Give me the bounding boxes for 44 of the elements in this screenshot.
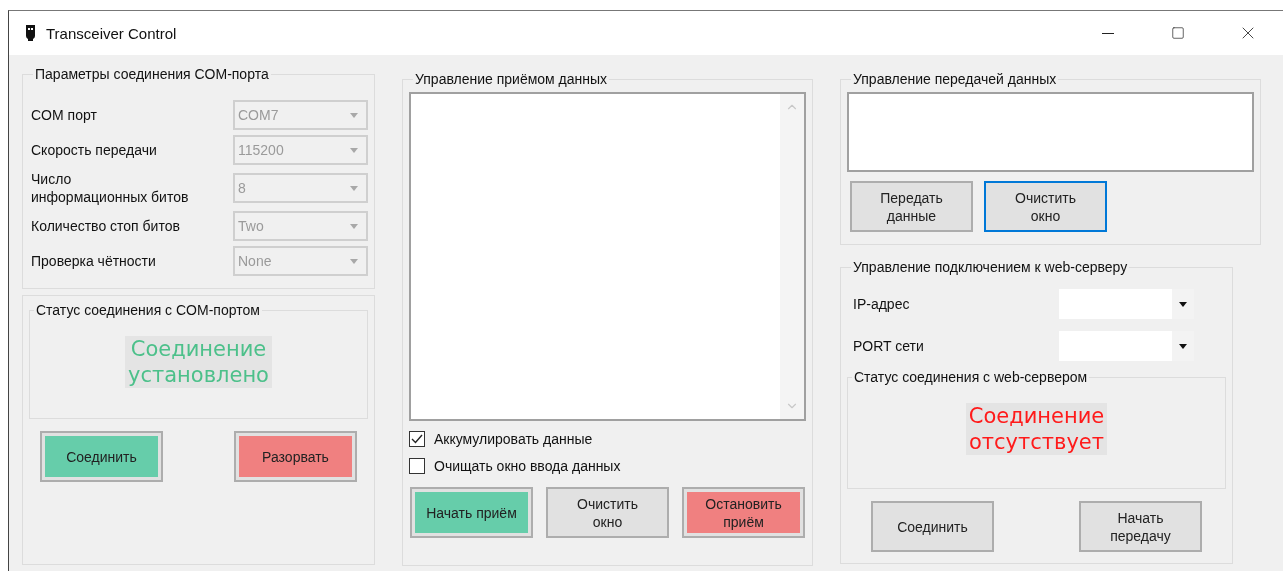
group-title: Параметры соединения COM-порта <box>34 66 270 82</box>
status-text: Соединение установлено <box>125 336 272 388</box>
caret-icon <box>350 223 358 229</box>
group-title: Статус соединения с web-сервером <box>853 369 1089 385</box>
window-title: Transceiver Control <box>46 24 178 42</box>
button[interactable]: Передать данные <box>850 181 973 232</box>
group-title: Управление подключением к web-серверу <box>852 259 1129 275</box>
group-title: Управление приёмом данных <box>414 71 609 87</box>
field-label: Число информационных битов <box>30 170 189 206</box>
field-label: Скорость передачи <box>30 141 157 159</box>
maximize-icon <box>1171 26 1185 40</box>
caret-icon <box>1179 343 1187 349</box>
checkbox-label: Аккумулировать данные <box>434 431 593 447</box>
field-label: Проверка чётности <box>30 252 156 270</box>
group-title: Статус соединения с COM-портом <box>35 302 261 318</box>
caret-icon <box>350 147 358 153</box>
checkbox-label: Очищать окно ввода данных <box>434 458 621 474</box>
button[interactable]: Начать передачу <box>1079 501 1202 552</box>
checkbox[interactable] <box>409 458 425 474</box>
caret-icon <box>350 258 358 264</box>
field-label: Количество стоп битов <box>30 217 180 235</box>
button[interactable]: Начать приём <box>410 487 533 538</box>
button[interactable]: Разорвать <box>234 431 357 482</box>
minimize-icon <box>1102 32 1114 34</box>
combo-box[interactable] <box>1059 289 1194 319</box>
text-area[interactable] <box>847 92 1254 172</box>
caret-icon <box>350 112 358 118</box>
button[interactable]: Остановить приём <box>682 487 805 538</box>
button[interactable]: Соединить <box>40 431 163 482</box>
button[interactable]: Очистить окно <box>984 181 1107 232</box>
checkbox[interactable] <box>409 431 425 447</box>
button[interactable]: Соединить <box>871 501 994 552</box>
group-title: Управление передачей данных <box>852 71 1058 87</box>
usb-plug-icon <box>25 24 36 42</box>
field-label: COM порт <box>30 106 97 124</box>
caret-icon <box>350 185 358 191</box>
button[interactable]: Очистить окно <box>546 487 669 538</box>
caret-icon <box>1179 301 1187 307</box>
status-text: Соединение отсутствует <box>965 403 1108 455</box>
combo-box[interactable] <box>1059 331 1194 361</box>
text-area[interactable] <box>409 92 806 421</box>
field-label: IP-адрес <box>852 295 910 313</box>
scroll-bar[interactable] <box>780 94 804 419</box>
field-label: PORT сети <box>852 337 924 355</box>
